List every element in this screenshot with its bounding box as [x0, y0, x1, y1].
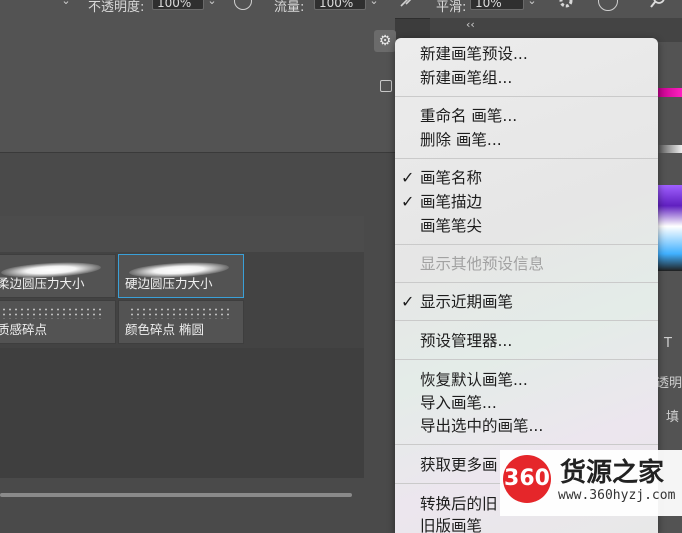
brush-preset-label: 柔边圆压力大小 — [0, 276, 85, 291]
check-icon: ✓ — [401, 168, 415, 187]
menu-separator — [395, 96, 658, 97]
menu-item-new-brush-group[interactable]: 新建画笔组... — [420, 68, 512, 88]
menu-item-brush-tip[interactable]: 画笔笔尖 — [420, 216, 482, 236]
menu-item-preset-manager[interactable]: 预设管理器... — [420, 331, 512, 351]
flow-chevron-icon[interactable]: ⌄ — [366, 0, 382, 9]
smoothing-label: 平滑: — [436, 0, 467, 15]
gear-icon[interactable]: ⚙ — [374, 30, 396, 52]
color-slider-gray[interactable] — [658, 145, 682, 153]
brush-preset-item[interactable]: 颜色碎点 椭圆 — [118, 300, 244, 344]
type-tool-label: T — [664, 336, 672, 351]
menu-separator — [395, 444, 658, 445]
pressure-size-icon[interactable] — [598, 0, 618, 11]
brush-dots-preview — [1, 307, 101, 319]
check-icon: ✓ — [401, 192, 415, 211]
menu-item-new-brush-preset[interactable]: 新建画笔预设... — [420, 44, 528, 64]
brush-preset-label: 质感碎点 — [0, 322, 48, 337]
menu-separator — [395, 244, 658, 245]
brush-preset-item[interactable]: 质感碎点 — [0, 300, 116, 344]
menu-separator — [395, 359, 658, 360]
menu-separator — [395, 320, 658, 321]
options-bar: ⌄ 不透明度: 100% ⌄ 流量: 100% ⌄ 平滑: 10% ⌄ — [0, 0, 682, 19]
flow-label: 流量: — [274, 0, 305, 15]
menu-item-rename-brush[interactable]: 重命名 画笔... — [420, 106, 517, 126]
search-icon[interactable] — [650, 0, 670, 11]
flow-input[interactable]: 100% — [314, 0, 366, 10]
opacity-label: 不透明度: — [88, 0, 145, 15]
brush-grid-header — [0, 216, 364, 252]
chevron-down-icon[interactable]: ⌄ — [58, 0, 74, 9]
opacity-side-label: 透明 — [656, 376, 682, 391]
brush-preset-label: 硬边圆压力大小 — [125, 276, 213, 291]
brush-panel-empty-area — [0, 348, 364, 478]
smoothing-input[interactable]: 10% — [470, 0, 524, 10]
brush-preset-item[interactable]: 柔边圆压力大小 — [0, 254, 116, 298]
opacity-input[interactable]: 100% — [152, 0, 204, 10]
collapse-panels-icon[interactable]: ‹‹ — [466, 18, 475, 31]
brush-dots-preview — [129, 307, 229, 319]
brush-preset-item-selected[interactable]: 硬边圆压力大小 — [118, 254, 244, 298]
menu-separator — [395, 158, 658, 159]
menu-item-brush-stroke[interactable]: 画笔描边 — [420, 192, 482, 212]
check-icon: ✓ — [401, 292, 415, 311]
brush-panel-header — [0, 18, 395, 153]
menu-item-restore-default-brushes[interactable]: 恢复默认画笔... — [420, 370, 528, 390]
color-spectrum[interactable] — [658, 185, 682, 271]
color-slider-magenta[interactable] — [658, 88, 682, 97]
menu-item-delete-brush[interactable]: 删除 画笔... — [420, 130, 502, 150]
fill-side-label: 填 — [666, 410, 680, 425]
settings-icon[interactable] — [556, 0, 576, 11]
menu-item-show-recent-brushes[interactable]: 显示近期画笔 — [420, 292, 513, 312]
menu-item-import-brushes[interactable]: 导入画笔... — [420, 393, 497, 413]
watermark-name: 货源之家 — [560, 458, 665, 488]
menu-item-export-selected-brushes[interactable]: 导出选中的画笔... — [420, 416, 543, 436]
horizontal-scrollbar[interactable] — [0, 493, 352, 497]
opacity-chevron-icon[interactable]: ⌄ — [204, 0, 220, 9]
menu-item-brush-name[interactable]: 画笔名称 — [420, 168, 482, 188]
airbrush-icon[interactable] — [398, 0, 416, 10]
menu-separator — [395, 282, 658, 283]
menu-item-legacy-brushes[interactable]: 旧版画笔 — [420, 516, 482, 533]
menu-item-show-preset-info[interactable]: 显示其他预设信息 — [420, 254, 544, 274]
panel-toggle-icon[interactable] — [380, 80, 392, 92]
menu-item-converted-legacy[interactable]: 转换后的旧 — [420, 494, 498, 514]
brush-preset-label: 颜色碎点 椭圆 — [125, 322, 204, 337]
menu-item-get-more-brushes[interactable]: 获取更多画 — [420, 455, 498, 475]
pressure-opacity-icon[interactable] — [234, 0, 252, 10]
smoothing-chevron-icon[interactable]: ⌄ — [524, 0, 540, 9]
watermark-url: www.360hyzj.com — [558, 488, 676, 503]
watermark-logo: 360 — [503, 455, 551, 503]
